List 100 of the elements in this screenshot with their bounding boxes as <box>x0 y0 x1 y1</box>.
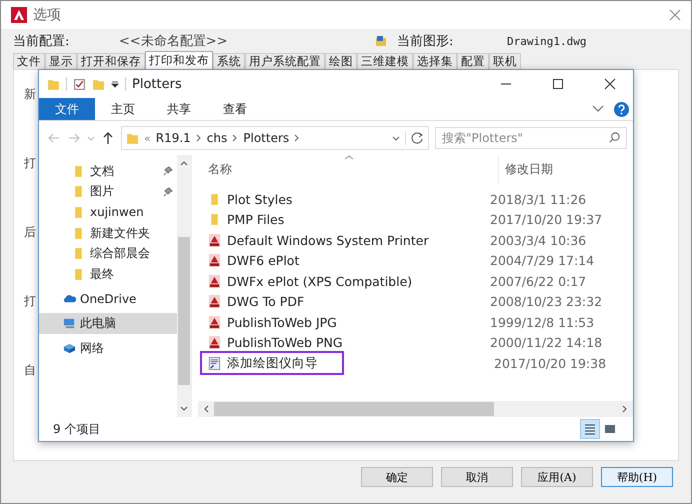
status-text: 9 个项目 <box>53 420 100 438</box>
ribbon-tab[interactable]: 共享 <box>151 98 207 120</box>
plotter-file-icon <box>208 234 221 247</box>
network-icon <box>63 342 76 355</box>
address-bar[interactable]: « R19.1 chs Plotters <box>121 126 429 150</box>
tab[interactable]: 系统 <box>213 53 245 69</box>
tab[interactable]: 配置 <box>457 53 489 69</box>
column-header[interactable]: 名称 <box>198 160 498 178</box>
window-title: 选项 <box>33 6 61 24</box>
scroll-down-icon[interactable] <box>180 405 188 413</box>
file-name[interactable]: DWF6 ePlot <box>198 250 490 271</box>
nav-item[interactable]: 新建文件夹 <box>39 222 177 244</box>
scroll-left-icon[interactable] <box>202 405 210 413</box>
breadcrumb-item[interactable]: « <box>144 132 151 144</box>
wizard-file-icon <box>208 356 221 370</box>
group-label: 后 <box>24 224 37 241</box>
app-logo-icon <box>11 7 27 23</box>
plotter-file-icon <box>208 316 221 329</box>
breadcrumb-item[interactable]: R19.1 <box>156 131 191 145</box>
close-icon[interactable] <box>669 9 681 21</box>
group-label: 打 <box>24 155 37 172</box>
file-date: 1999/12/8 11:53 <box>490 314 594 330</box>
refresh-icon[interactable] <box>405 131 424 145</box>
scrollbar[interactable] <box>177 155 191 417</box>
nav-item[interactable]: 最终 <box>39 264 177 285</box>
drawing-icon <box>375 35 387 47</box>
chevron-right-icon <box>294 134 300 142</box>
file-name[interactable]: PublishToWeb JPG <box>198 312 490 332</box>
dialog-button[interactable]: 取消 <box>441 467 513 487</box>
pin-icon <box>163 166 173 176</box>
scroll-up-icon[interactable] <box>180 159 188 167</box>
chevron-down-icon[interactable] <box>392 134 400 142</box>
search-field[interactable]: 搜索"Plotters" <box>435 127 627 149</box>
help-icon[interactable] <box>614 102 629 116</box>
tab[interactable]: 三维建模 <box>357 53 413 69</box>
dialog-button[interactable]: 帮助(H) <box>601 467 673 487</box>
file-date: 2007/6/22 0:17 <box>490 274 586 289</box>
up-arrow-icon[interactable] <box>101 131 115 145</box>
drawing-label: 当前图形: <box>397 33 454 50</box>
tab[interactable]: 联机 <box>489 53 521 69</box>
column-header[interactable]: 修改日期 <box>498 155 553 183</box>
file-date: 2018/3/1 11:26 <box>490 192 586 207</box>
folder-icon <box>47 78 60 90</box>
file-name[interactable]: DWFx ePlot (XPS Compatible) <box>198 271 490 292</box>
group-label: 新 <box>24 86 37 103</box>
window-title: Plotters <box>132 76 182 92</box>
file-name[interactable]: DWG To PDF <box>198 292 490 312</box>
group-label: 打 <box>24 293 37 310</box>
nav-item[interactable]: 此电脑 <box>39 313 177 334</box>
tab[interactable]: 绘图 <box>325 53 357 69</box>
ribbon-tab[interactable]: 查看 <box>207 98 263 120</box>
chevron-right-icon <box>232 134 238 142</box>
nav-item[interactable]: OneDrive <box>39 288 177 310</box>
file-date: 2017/10/20 19:37 <box>490 212 602 228</box>
file-name[interactable]: Plot Styles <box>198 189 490 210</box>
scrollbar[interactable] <box>198 401 633 417</box>
search-icon <box>608 131 621 144</box>
file-date: 2003/3/4 10:36 <box>490 232 586 248</box>
computer-icon <box>63 316 76 330</box>
plotter-file-icon <box>208 274 221 288</box>
nav-item[interactable]: 网络 <box>39 338 177 358</box>
tab[interactable]: 文件 <box>13 53 45 69</box>
ribbon-tab[interactable]: 主页 <box>95 98 151 120</box>
ribbon-tab[interactable]: 文件 <box>39 98 95 120</box>
nav-item[interactable]: 图片 <box>39 182 177 202</box>
breadcrumb-item[interactable]: chs <box>206 131 228 145</box>
folder-icon <box>126 132 139 144</box>
tab[interactable]: 打开和保存 <box>77 53 145 69</box>
tab[interactable]: 打印和发布 <box>145 51 213 69</box>
scroll-right-icon[interactable] <box>621 405 629 413</box>
chevron-down-icon[interactable] <box>592 105 604 113</box>
file-name[interactable]: PMP Files <box>198 210 490 230</box>
drawing-value: Drawing1.dwg <box>507 34 586 48</box>
group-label: 自 <box>24 362 37 379</box>
plotter-file-icon <box>208 254 221 268</box>
dropdown-icon[interactable] <box>111 80 119 88</box>
nav-item[interactable]: 综合部晨会 <box>39 243 177 264</box>
profile-label: 当前配置: <box>13 33 70 50</box>
nav-item[interactable]: 文档 <box>39 161 177 182</box>
breadcrumb-item[interactable]: Plotters <box>243 131 290 145</box>
file-date: 2008/10/23 23:32 <box>490 294 602 310</box>
tab[interactable]: 显示 <box>45 53 77 69</box>
chevron-right-icon <box>196 134 202 142</box>
plotter-file-icon <box>208 295 221 308</box>
profile-value: <<未命名配置>> <box>119 33 229 50</box>
tab[interactable]: 用户系统配置 <box>245 53 325 69</box>
nav-item[interactable]: xujinwen <box>39 202 177 223</box>
file-date: 2017/10/20 19:38 <box>494 356 606 371</box>
file-name[interactable]: PublishToWeb PNG <box>198 332 490 353</box>
file-date: 2000/11/22 14:18 <box>490 335 602 350</box>
dialog-button[interactable]: 确定 <box>361 467 433 487</box>
details-view-icon[interactable] <box>581 420 599 438</box>
pin-icon <box>163 186 173 197</box>
file-name[interactable]: 添加绘图仪向导 <box>202 353 342 374</box>
dialog-button[interactable]: 应用(A) <box>521 467 593 487</box>
file-name[interactable]: Default Windows System Printer <box>198 230 490 250</box>
file-date: 2004/7/29 17:14 <box>490 253 594 268</box>
tab[interactable]: 选择集 <box>413 53 457 69</box>
plotter-file-icon <box>208 336 221 350</box>
properties-icon[interactable] <box>73 78 86 90</box>
